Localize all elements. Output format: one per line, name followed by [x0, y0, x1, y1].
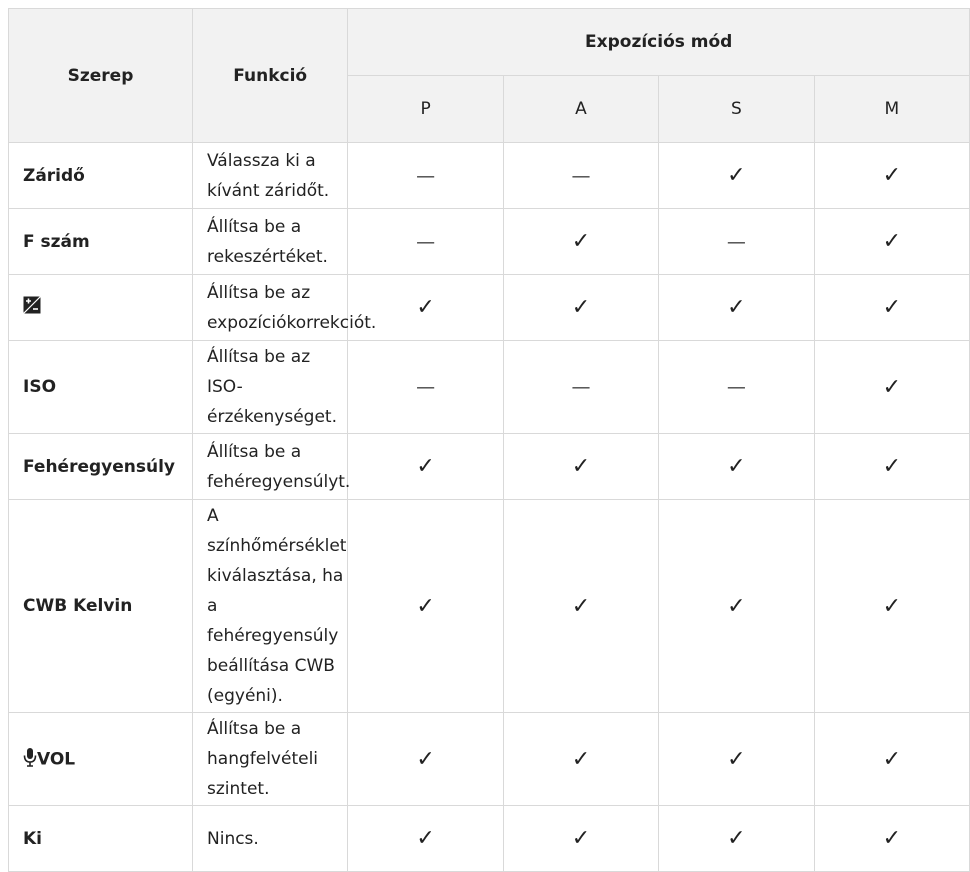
table-row: VOL Állítsa be a hangfelvételi szintet. … [8, 712, 970, 806]
mark-s: ✓ [658, 499, 815, 713]
mark-s: ✓ [658, 274, 815, 341]
mark-a: — [502, 142, 660, 209]
header-role: Szerep [8, 8, 193, 143]
mark-s: ✓ [658, 805, 815, 872]
mark-m: ✓ [813, 208, 970, 275]
mark-a: ✓ [502, 712, 660, 806]
mark-a: ✓ [502, 805, 660, 872]
row-role: ISO [8, 340, 193, 434]
header-mode-p: P [347, 75, 504, 143]
row-role: Záridő [8, 142, 193, 209]
row-function: Válassza ki a kívánt záridőt. [191, 142, 349, 209]
table-row: Fehéregyensúly Állítsa be a fehéregyensú… [8, 433, 970, 500]
table-row: Állítsa be az expozíciókorrekciót. ✓ ✓ ✓… [8, 274, 970, 341]
mark-a: ✓ [502, 208, 660, 275]
mark-p: — [347, 208, 504, 275]
row-role: F szám [8, 208, 193, 275]
mark-s: ✓ [658, 142, 815, 209]
header-mode-a: A [502, 75, 660, 143]
row-function: Nincs. [191, 805, 349, 872]
mark-m: ✓ [813, 340, 970, 434]
row-function: Állítsa be az expozíciókorrekciót. [191, 274, 376, 341]
mark-p: — [347, 142, 504, 209]
row-role: Fehéregyensúly [8, 433, 193, 500]
mark-s: ✓ [658, 433, 815, 500]
row-function: Állítsa be a fehéregyensúlyt. [191, 433, 350, 500]
row-role [8, 274, 193, 341]
exposure-mode-table: Szerep Funkció Expozíciós mód P A S M Zá… [8, 8, 970, 872]
header-mode-s: S [658, 75, 815, 143]
header-function: Funkció [191, 8, 349, 143]
mark-p: ✓ [347, 712, 504, 806]
microphone-icon [23, 747, 37, 772]
mark-m: ✓ [813, 274, 970, 341]
mark-a: — [502, 340, 660, 434]
mark-s: — [658, 208, 815, 275]
table-row: Ki Nincs. ✓ ✓ ✓ ✓ [8, 805, 970, 872]
row-function: A színhőmérséklet kiválasztása, ha a feh… [191, 499, 349, 713]
table-row: ISO Állítsa be az ISO-érzékenységet. — —… [8, 340, 970, 434]
row-role: VOL [8, 712, 193, 806]
mark-p: — [347, 340, 504, 434]
mark-a: ✓ [502, 274, 660, 341]
mark-p: ✓ [347, 433, 504, 500]
exposure-compensation-icon [23, 296, 41, 319]
mark-m: ✓ [813, 499, 970, 713]
row-role: Ki [8, 805, 193, 872]
table-row: CWB Kelvin A színhőmérséklet kiválasztás… [8, 499, 970, 713]
mark-m: ✓ [813, 433, 970, 500]
mark-a: ✓ [502, 433, 660, 500]
header-mode-m: M [813, 75, 970, 143]
table-row: F szám Állítsa be a rekeszértéket. — ✓ —… [8, 208, 970, 275]
table-row: Záridő Válassza ki a kívánt záridőt. — —… [8, 142, 970, 209]
mark-s: ✓ [658, 712, 815, 806]
row-function: Állítsa be a rekeszértéket. [191, 208, 349, 275]
mark-p: ✓ [347, 805, 504, 872]
mark-m: ✓ [813, 142, 970, 209]
header-exposure-mode: Expozíciós mód [347, 8, 970, 76]
row-role: CWB Kelvin [8, 499, 193, 713]
row-function: Állítsa be az ISO-érzékenységet. [191, 340, 349, 434]
mark-s: — [658, 340, 815, 434]
mark-p: ✓ [347, 499, 504, 713]
mark-m: ✓ [813, 712, 970, 806]
mark-m: ✓ [813, 805, 970, 872]
mark-a: ✓ [502, 499, 660, 713]
row-role-text: VOL [37, 749, 76, 769]
row-function: Állítsa be a hangfelvételi szintet. [191, 712, 349, 806]
